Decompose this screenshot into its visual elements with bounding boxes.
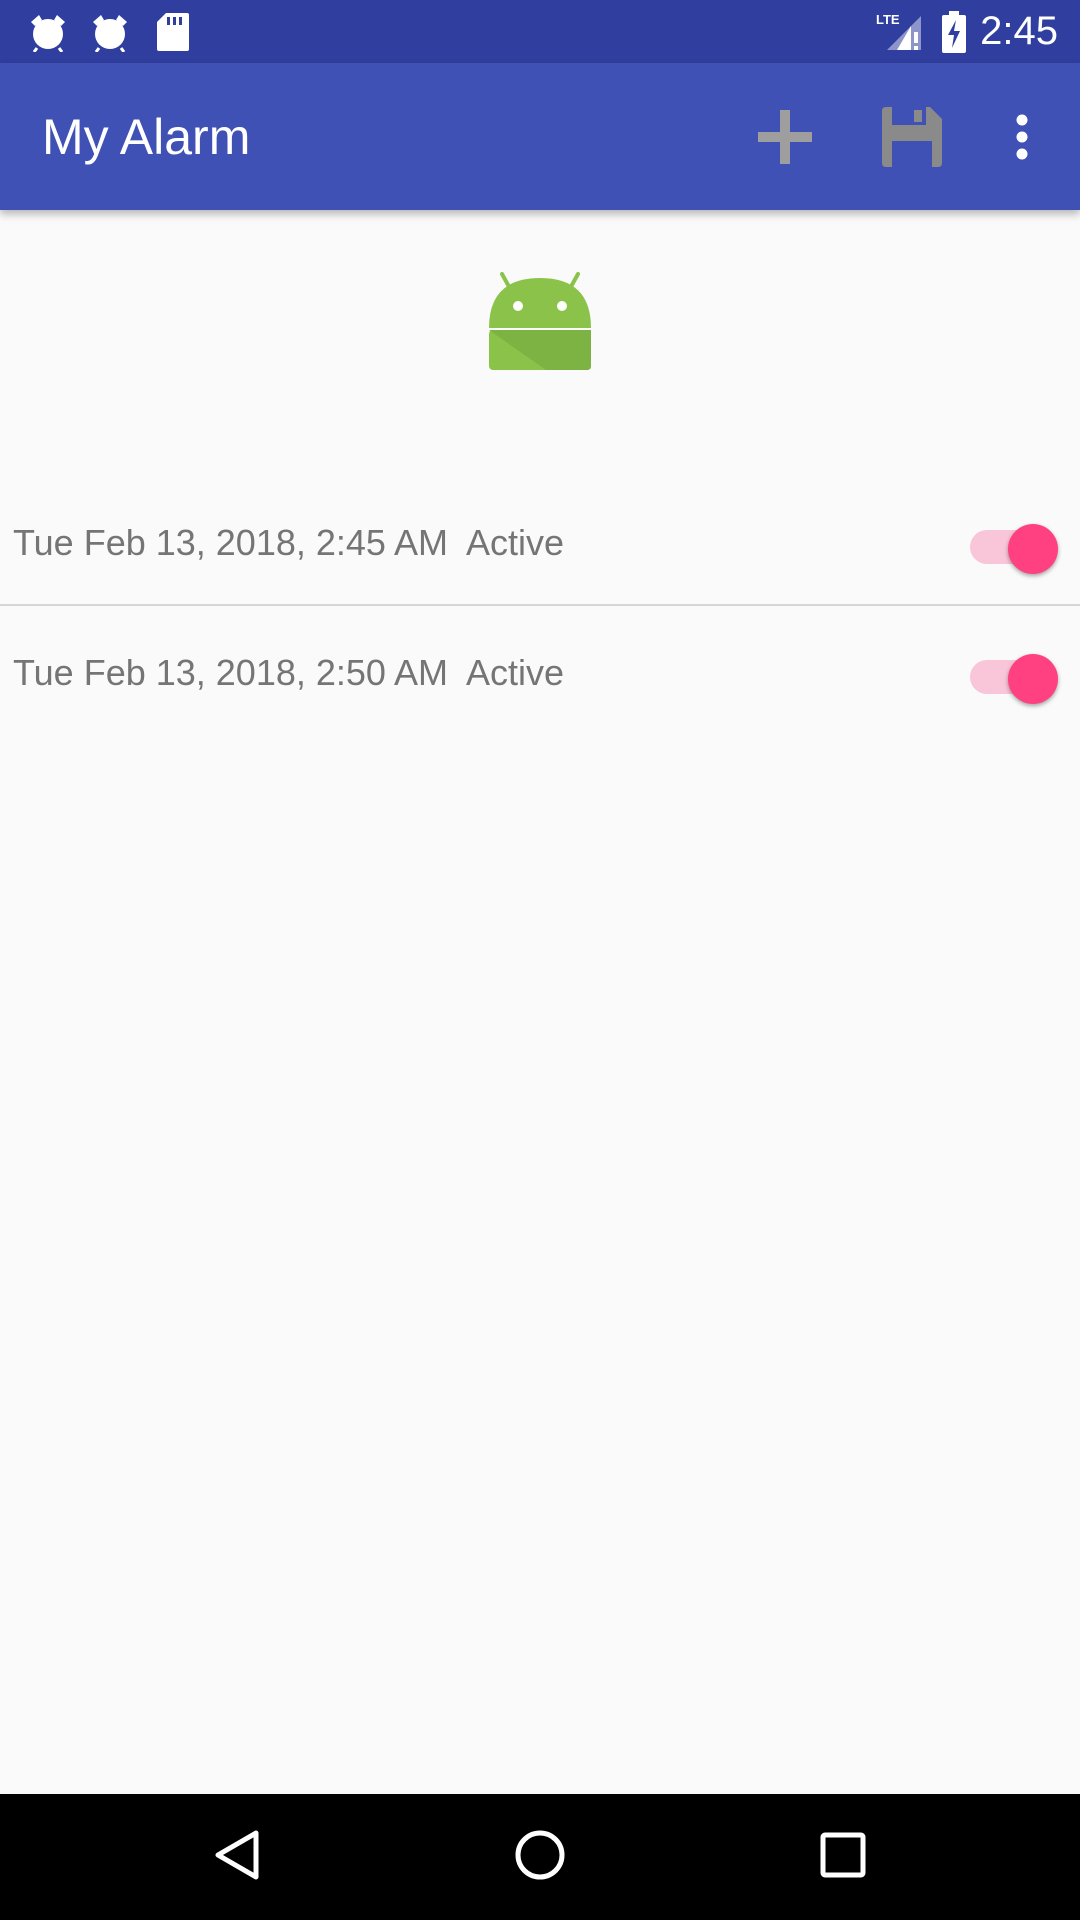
back-icon [212,1829,262,1886]
alarm-row[interactable]: Tue Feb 13, 2018, 2:45 AM Active [0,476,1080,606]
recents-button[interactable] [803,1817,883,1897]
save-button[interactable] [872,99,952,179]
alarm-icon [90,12,130,57]
add-alarm-button[interactable] [745,99,825,179]
sd-card-icon [156,12,190,57]
alarm-status: Active [465,652,565,693]
alarm-list-screen: Tue Feb 13, 2018, 2:45 AM Active Tue Feb… [0,210,1080,1794]
more-options-button[interactable] [982,99,1062,179]
home-icon [514,1829,566,1886]
alarm-toggle-switch[interactable] [970,646,1058,704]
app-title: My Alarm [42,109,251,165]
android-logo-icon [486,266,594,391]
alarm-toggle-switch[interactable] [970,516,1058,574]
app-bar: My Alarm [0,63,1080,210]
save-icon [882,106,942,172]
switch-thumb [1008,654,1058,704]
battery-charging-icon [940,11,968,58]
alarm-status: Active [465,522,565,563]
navigation-bar [0,1794,1080,1920]
switch-thumb [1008,524,1058,574]
alarm-datetime: Tue Feb 13, 2018, 2:45 AM Active [13,522,565,563]
signal-icon: LTE [873,10,925,57]
home-button[interactable] [500,1817,580,1897]
add-icon [758,109,812,169]
network-type-label: LTE [876,12,900,27]
back-button[interactable] [197,1817,277,1897]
more-vert-icon [1015,114,1029,165]
status-bar: LTE 2:45 [0,0,1080,63]
alarm-datetime: Tue Feb 13, 2018, 2:50 AM Active [13,652,565,693]
status-clock: 2:45 [980,9,1058,53]
alarm-icon [28,12,68,57]
alarm-row[interactable]: Tue Feb 13, 2018, 2:50 AM Active [0,606,1080,736]
recents-icon [820,1832,866,1883]
